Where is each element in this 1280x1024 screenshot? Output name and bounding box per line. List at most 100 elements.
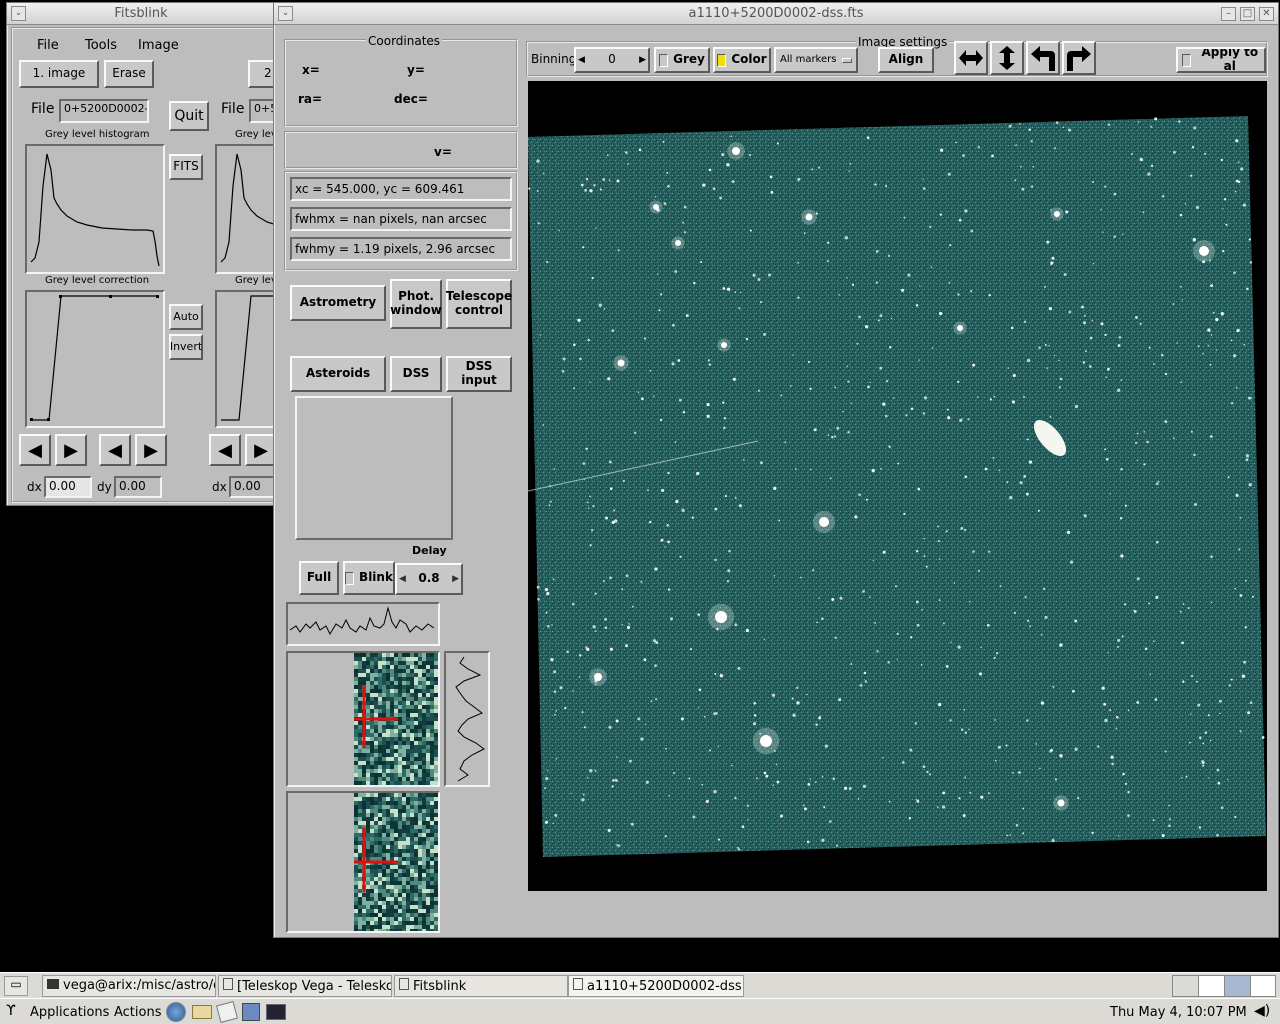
asteroids-button[interactable]: Asteroids bbox=[290, 356, 386, 392]
menu-file[interactable]: File bbox=[37, 38, 59, 53]
rotate-right-icon[interactable] bbox=[1062, 41, 1096, 75]
color-checkbox[interactable] bbox=[717, 53, 727, 67]
erase-button[interactable]: Erase bbox=[104, 60, 154, 88]
volume-icon[interactable]: ◀) bbox=[1254, 1003, 1270, 1019]
web-browser-icon[interactable] bbox=[166, 1002, 186, 1022]
workspace-3[interactable] bbox=[1225, 976, 1251, 996]
actions-menu[interactable]: Actions bbox=[114, 1005, 162, 1020]
invert-button[interactable]: Invert bbox=[169, 334, 203, 360]
binning-spinner[interactable]: ◀ 0 ▶ bbox=[574, 47, 650, 73]
zoom-pixel bbox=[374, 725, 378, 729]
workspace-switcher[interactable] bbox=[1172, 975, 1276, 997]
rotate-left-icon[interactable] bbox=[1026, 41, 1060, 75]
show-desktop-icon[interactable]: ▭ bbox=[4, 976, 28, 996]
zoom-pixel bbox=[362, 757, 366, 761]
right-arrow-2-icon[interactable]: ▶ bbox=[135, 434, 167, 466]
zoom-pixel bbox=[382, 889, 386, 893]
clock[interactable]: Thu May 4, 10:07 PM bbox=[1110, 1005, 1247, 1020]
workspace-4[interactable] bbox=[1251, 976, 1277, 996]
fits-button[interactable]: FITS bbox=[169, 154, 203, 180]
left-arrow-3-icon[interactable]: ◀ bbox=[209, 434, 241, 466]
faint-star bbox=[1136, 432, 1139, 435]
applications-menu[interactable]: Applications bbox=[30, 1005, 109, 1020]
task-teleskop[interactable]: [Teleskop Vega - Telesko bbox=[218, 975, 392, 997]
faint-star bbox=[577, 318, 581, 322]
mail-icon[interactable] bbox=[192, 1005, 212, 1019]
dss-input-button[interactable]: DSS input bbox=[446, 356, 512, 392]
zoom-pixel bbox=[358, 685, 362, 689]
delay-spinner[interactable]: ◀ 0.8 ▶ bbox=[395, 563, 463, 595]
faint-star bbox=[552, 578, 555, 581]
zoom-pixel bbox=[366, 893, 370, 897]
delay-increase-icon[interactable]: ▶ bbox=[452, 574, 459, 584]
dx-field[interactable]: 0.00 bbox=[44, 476, 92, 498]
minimize-icon[interactable]: – bbox=[1221, 7, 1236, 21]
align-button[interactable]: Align bbox=[878, 47, 934, 73]
presentation-icon[interactable] bbox=[242, 1003, 260, 1021]
zoom-pixel bbox=[390, 921, 394, 925]
maximize-icon[interactable]: □ bbox=[1240, 7, 1255, 21]
zoom-pixel bbox=[422, 897, 426, 901]
menu-image[interactable]: Image bbox=[138, 38, 179, 53]
flip-vertical-icon[interactable] bbox=[990, 41, 1024, 75]
zoom-pixel bbox=[410, 689, 414, 693]
image-titlebar[interactable]: ⌄ a1110+5200D0002-dss.fts – □ ✕ bbox=[274, 3, 1278, 25]
apply-to-all-checkbox[interactable] bbox=[1182, 53, 1191, 67]
binning-increase-icon[interactable]: ▶ bbox=[639, 55, 646, 65]
foot-menu-icon[interactable]: ϒ bbox=[6, 1003, 16, 1019]
astrometry-button[interactable]: Astrometry bbox=[290, 285, 386, 321]
sky-image[interactable] bbox=[527, 81, 1267, 891]
faint-star bbox=[907, 273, 911, 277]
faint-star bbox=[806, 693, 808, 696]
window-icon bbox=[573, 978, 583, 990]
file-field[interactable]: 0+5200D0002-ds bbox=[59, 99, 149, 123]
zoom-pixel bbox=[402, 709, 406, 713]
menu-tools[interactable]: Tools bbox=[85, 38, 117, 53]
task-terminal[interactable]: vega@arix:/misc/astro/da bbox=[42, 975, 216, 997]
image-canvas[interactable] bbox=[527, 81, 1267, 891]
zoom-pixel bbox=[418, 661, 422, 665]
close-icon[interactable]: ✕ bbox=[1259, 7, 1274, 21]
flip-horizontal-icon[interactable] bbox=[954, 41, 988, 75]
blink-button[interactable]: Blink bbox=[343, 561, 395, 595]
image1-button[interactable]: 1. image bbox=[19, 60, 99, 88]
auto-button[interactable]: Auto bbox=[169, 304, 203, 330]
zoom-pixel bbox=[382, 877, 386, 881]
zoom-pixel bbox=[394, 845, 398, 849]
quit-button[interactable]: Quit bbox=[169, 101, 209, 131]
grey-toggle[interactable]: Grey bbox=[654, 47, 710, 73]
faint-star bbox=[647, 489, 649, 492]
markers-select[interactable]: All markers bbox=[774, 47, 858, 73]
fitsblink-titlebar[interactable]: ⌄ Fitsblink bbox=[7, 3, 275, 25]
grey-checkbox[interactable] bbox=[659, 53, 669, 67]
zoom-pixel bbox=[406, 717, 410, 721]
blink-checkbox[interactable] bbox=[345, 571, 355, 585]
binning-decrease-icon[interactable]: ◀ bbox=[578, 55, 585, 65]
zoom-pixel bbox=[426, 889, 430, 893]
zoom-pixel bbox=[382, 833, 386, 837]
left-arrow-icon[interactable]: ◀ bbox=[19, 434, 51, 466]
terminal-launcher-icon[interactable] bbox=[266, 1004, 286, 1020]
telescope-control-button[interactable]: Telescope control bbox=[446, 279, 512, 329]
color-toggle[interactable]: Color bbox=[713, 47, 771, 73]
zoom-pixel bbox=[354, 889, 358, 893]
delay-decrease-icon[interactable]: ◀ bbox=[399, 574, 406, 584]
zoom-pixel bbox=[362, 921, 366, 925]
right-arrow-icon[interactable]: ▶ bbox=[55, 434, 87, 466]
workspace-2[interactable] bbox=[1199, 976, 1225, 996]
full-button[interactable]: Full bbox=[299, 561, 339, 595]
zoom-pixel bbox=[410, 749, 414, 753]
editor-icon[interactable] bbox=[215, 1000, 239, 1024]
faint-star bbox=[1168, 824, 1171, 828]
dy-field[interactable]: 0.00 bbox=[114, 476, 162, 498]
dss-button[interactable]: DSS bbox=[390, 356, 442, 392]
zoom-pixel bbox=[422, 673, 426, 677]
task-fitsblink[interactable]: Fitsblink bbox=[394, 975, 568, 997]
apply-to-all-toggle[interactable]: Apply to al bbox=[1176, 47, 1266, 73]
zoom-pixel bbox=[378, 801, 382, 805]
left-arrow-2-icon[interactable]: ◀ bbox=[99, 434, 131, 466]
dx2-field[interactable]: 0.00 bbox=[229, 476, 277, 498]
workspace-1[interactable] bbox=[1173, 976, 1199, 996]
phot-window-button[interactable]: Phot. window bbox=[390, 279, 442, 329]
task-image-window[interactable]: a1110+5200D0002-dss.fts bbox=[568, 975, 744, 997]
